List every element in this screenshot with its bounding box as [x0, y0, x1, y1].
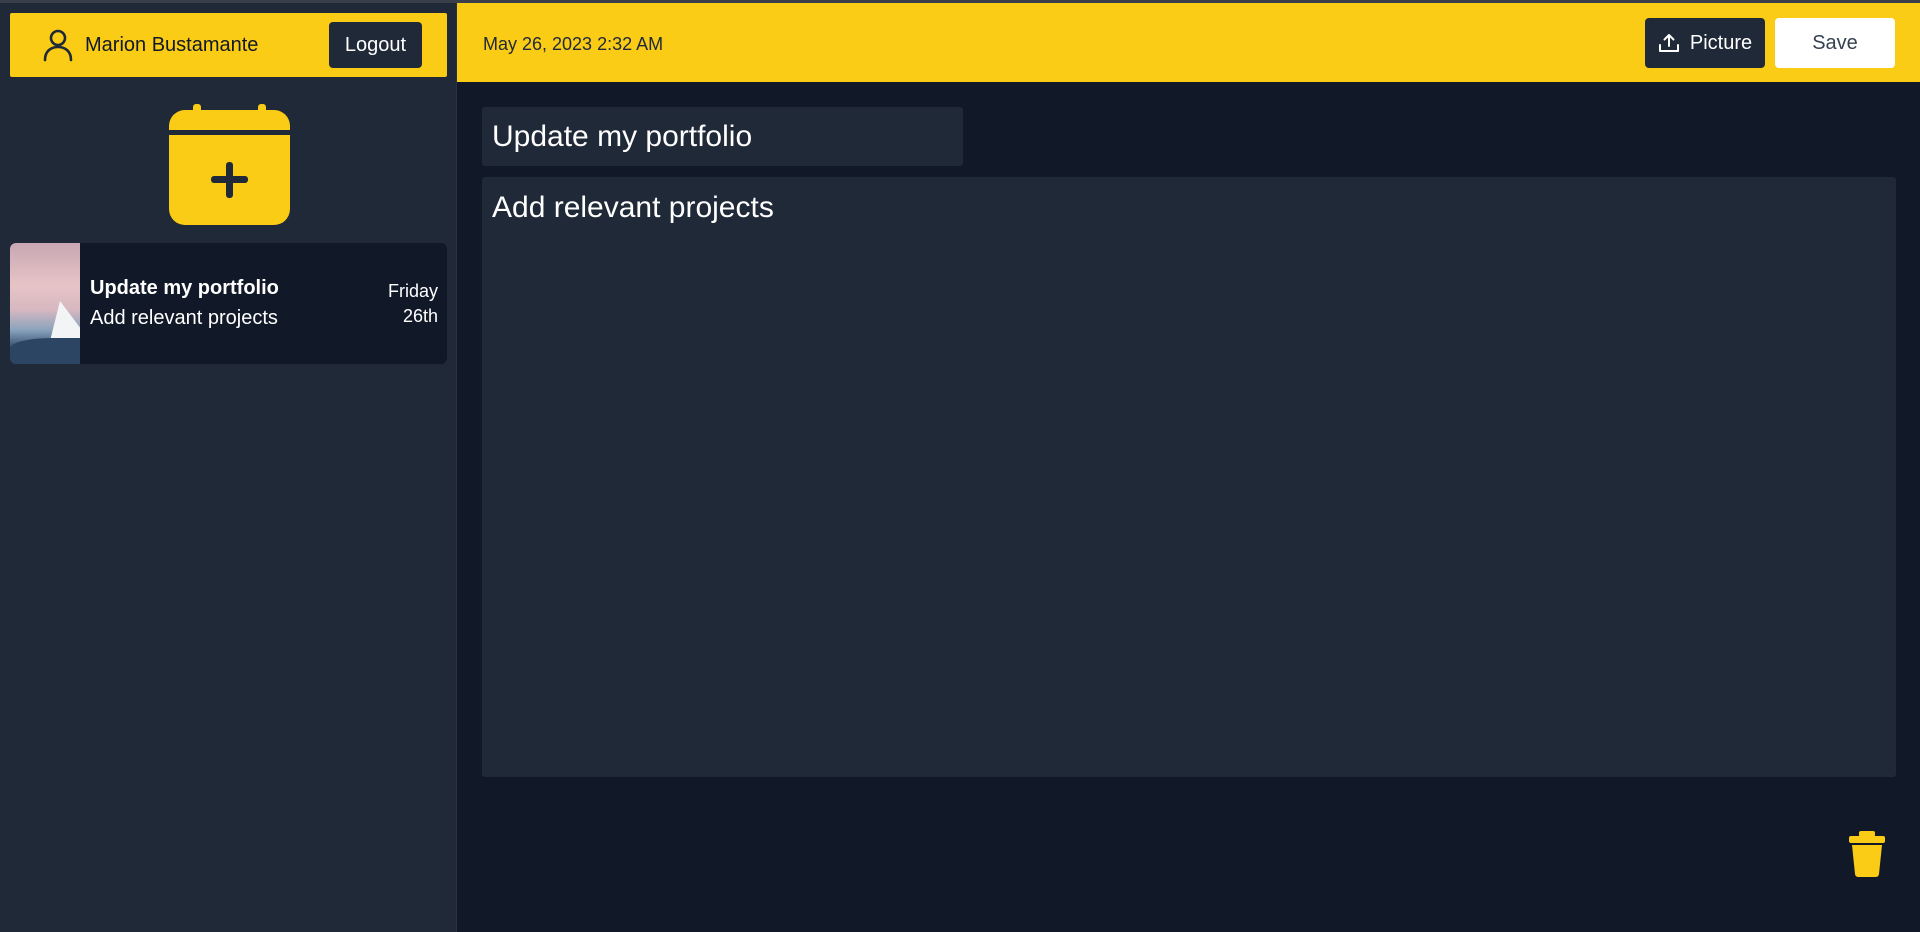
user-icon [43, 29, 73, 62]
note-item-date: 26th [402, 306, 438, 326]
note-title-input[interactable] [482, 107, 963, 166]
sidebar: Marion Bustamante Logout Update my portf… [0, 3, 457, 932]
note-thumbnail-image [10, 243, 80, 364]
upload-icon [1658, 34, 1679, 52]
note-item-day: Friday [387, 281, 438, 301]
app-root: Marion Bustamante Logout Update my portf… [0, 0, 1920, 932]
calendar-plus-icon[interactable] [169, 104, 290, 225]
note-item-title: Update my portfolio [90, 277, 279, 299]
save-button[interactable]: Save [1775, 18, 1895, 68]
note-list-item[interactable]: Update my portfolio Add relevant project… [10, 243, 447, 364]
user-bar: Marion Bustamante Logout [10, 13, 447, 77]
picture-upload-button[interactable]: Picture [1645, 18, 1765, 68]
editor-panel: May 26, 2023 2:32 AM Picture Save Add re… [457, 3, 1920, 932]
editor-toolbar: May 26, 2023 2:32 AM Picture Save [457, 3, 1920, 82]
note-item-body: Add relevant projects [90, 307, 278, 329]
note-body-textarea[interactable]: Add relevant projects [482, 177, 1896, 777]
logout-button[interactable]: Logout [329, 22, 422, 68]
trash-icon[interactable] [1847, 831, 1887, 877]
note-datetime: May 26, 2023 2:32 AM [483, 34, 664, 54]
user-name: Marion Bustamante [85, 34, 259, 56]
picture-button-label: Picture [1689, 31, 1753, 54]
